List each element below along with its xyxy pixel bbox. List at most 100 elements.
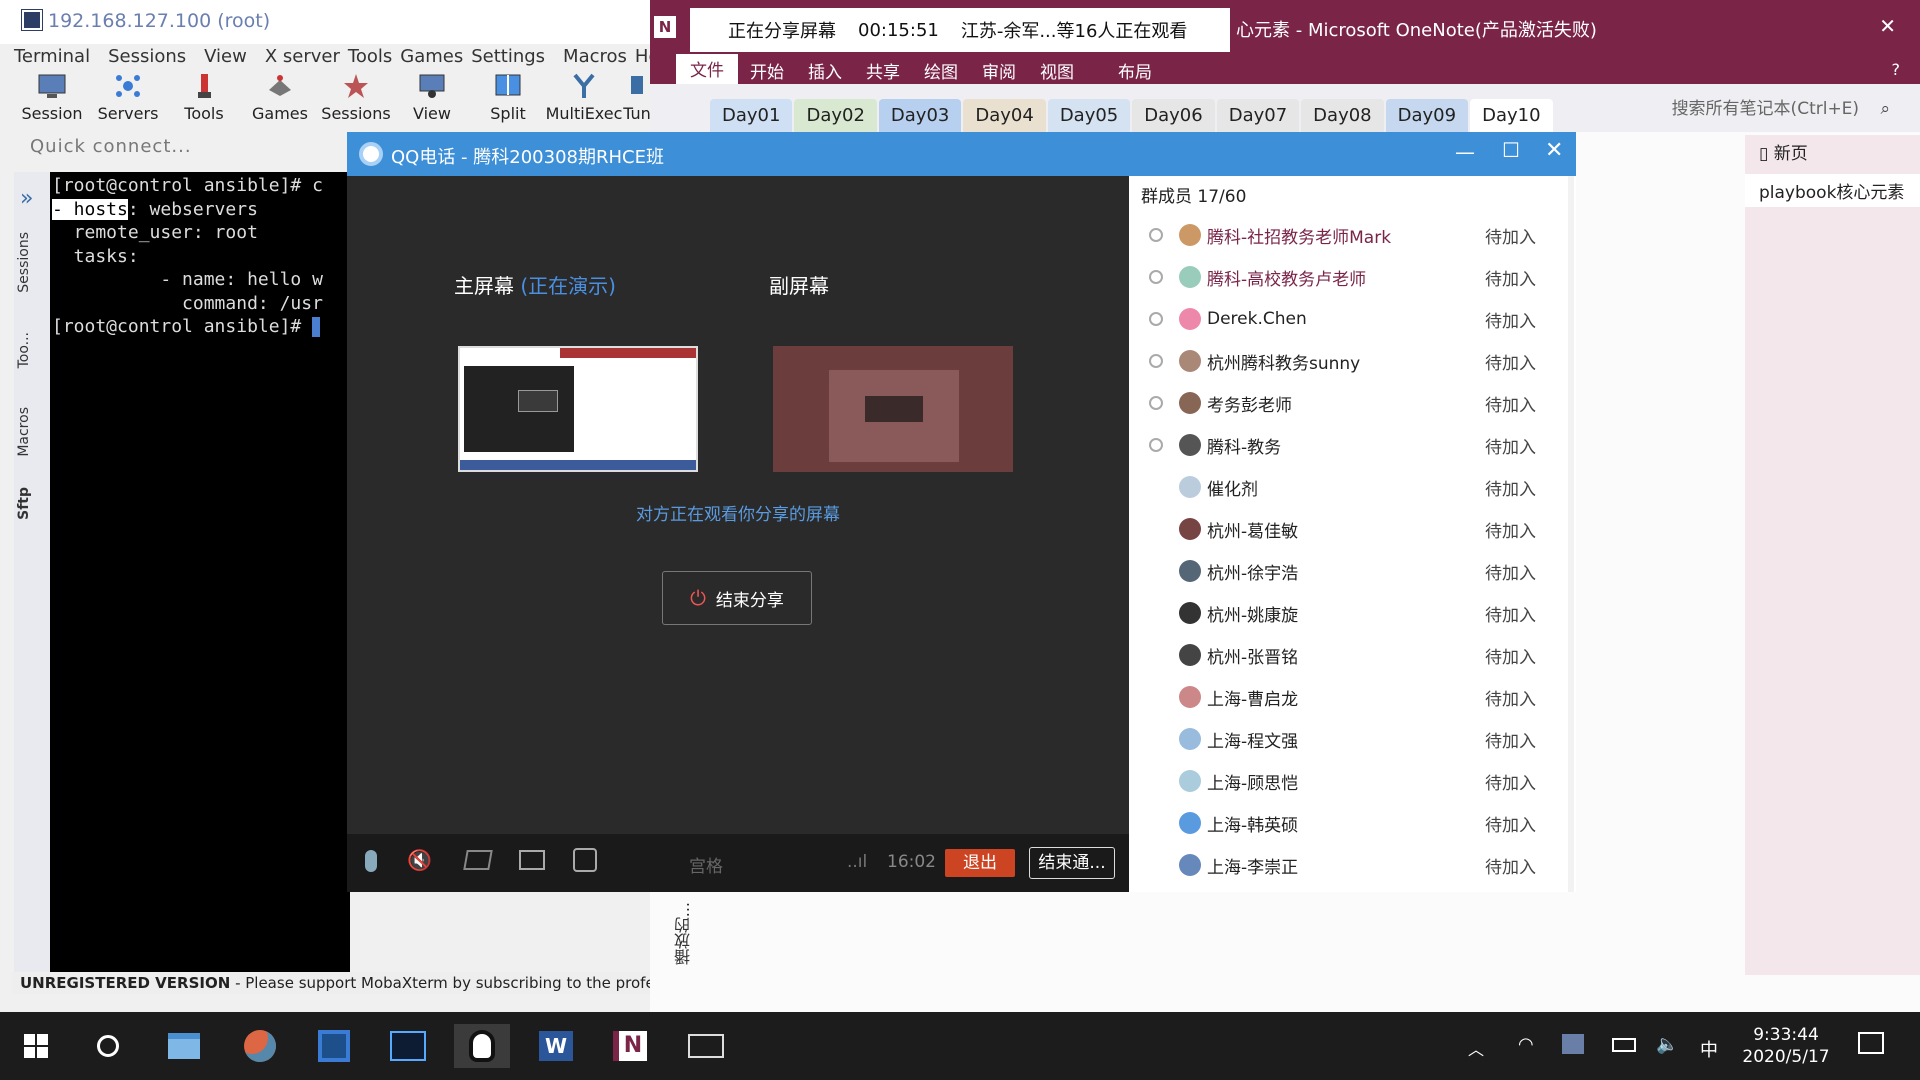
ribbon-view[interactable]: 视图 bbox=[1028, 54, 1086, 84]
notebook-search-input[interactable]: 搜索所有笔记本(Ctrl+E) ⌕ bbox=[1672, 94, 1890, 119]
member-row[interactable]: 催化剂 待加入 bbox=[1129, 466, 1576, 508]
member-row[interactable]: 杭州-徐宇浩 待加入 bbox=[1129, 550, 1576, 592]
member-row[interactable]: 腾科-高校教务卢老师 待加入 bbox=[1129, 256, 1576, 298]
battery-icon[interactable] bbox=[1612, 1038, 1636, 1052]
close-icon[interactable]: ✕ bbox=[1545, 138, 1563, 163]
taskbar-firefox[interactable] bbox=[238, 1024, 282, 1068]
member-row[interactable]: 上海-程文强 待加入 bbox=[1129, 718, 1576, 760]
member-row[interactable]: 上海-顾思恺 待加入 bbox=[1129, 760, 1576, 802]
ribbon-share[interactable]: 共享 bbox=[854, 54, 912, 84]
ribbon-home[interactable]: 开始 bbox=[738, 54, 796, 84]
ribbon-file[interactable]: 文件 bbox=[676, 54, 738, 84]
member-row[interactable]: 腾科-社招教务老师Mark 待加入 bbox=[1129, 214, 1576, 256]
help-icon[interactable]: ? bbox=[1880, 56, 1913, 83]
menu-view[interactable]: View bbox=[204, 46, 247, 67]
microphone-icon[interactable] bbox=[365, 850, 377, 872]
toolbar-multiexec-button[interactable]: MultiExec bbox=[546, 72, 622, 123]
side-tab-sftp[interactable]: Sftp bbox=[16, 487, 32, 520]
toolbar-split-button[interactable]: Split bbox=[470, 72, 546, 123]
ribbon-layout[interactable]: 布局 bbox=[1106, 54, 1164, 84]
member-status: 待加入 bbox=[1485, 857, 1536, 878]
member-row[interactable]: 上海-曹启龙 待加入 bbox=[1129, 676, 1576, 718]
member-row[interactable]: 杭州腾科教务sunny 待加入 bbox=[1129, 340, 1576, 382]
tray-app-icon[interactable] bbox=[1562, 1034, 1584, 1054]
member-row[interactable]: 杭州-张晋铭 待加入 bbox=[1129, 634, 1576, 676]
section-tab-day05[interactable]: Day05 bbox=[1047, 99, 1131, 132]
member-row[interactable]: 考务彭老师 待加入 bbox=[1129, 382, 1576, 424]
ribbon-draw[interactable]: 绘图 bbox=[912, 54, 970, 84]
member-row[interactable]: 杭州-葛佳敏 待加入 bbox=[1129, 508, 1576, 550]
taskbar-recorder[interactable] bbox=[684, 1024, 728, 1068]
member-row[interactable]: Derek.Chen 待加入 bbox=[1129, 298, 1576, 340]
toolbar-games-button[interactable]: Games bbox=[242, 72, 318, 123]
end-call-button[interactable]: 结束通... bbox=[1029, 847, 1115, 879]
maximize-icon[interactable]: ☐ bbox=[1502, 138, 1520, 162]
menu-xserver[interactable]: X server bbox=[265, 46, 340, 67]
menu-settings[interactable]: Settings bbox=[471, 46, 545, 67]
member-row[interactable]: 杭州-姚康旋 待加入 bbox=[1129, 592, 1576, 634]
taskbar-mobaxterm[interactable] bbox=[386, 1024, 430, 1068]
toolbar-servers-button[interactable]: Servers bbox=[90, 72, 166, 123]
section-tab-day10[interactable]: Day10 bbox=[1470, 99, 1553, 132]
section-tab-day02[interactable]: Day02 bbox=[794, 99, 877, 132]
screen-share-icon[interactable] bbox=[519, 850, 545, 870]
wifi-icon[interactable]: ◠ bbox=[1518, 1034, 1534, 1055]
side-tab-sessions[interactable]: Sessions bbox=[16, 232, 32, 293]
toolbar-sessions-button[interactable]: Sessions bbox=[318, 72, 394, 123]
speaker-mute-icon[interactable]: 🔇 bbox=[407, 848, 432, 872]
support-text[interactable]: - Please support MobaXterm by subscribin… bbox=[235, 974, 662, 992]
menu-sessions[interactable]: Sessions bbox=[108, 46, 186, 67]
search-button[interactable] bbox=[86, 1024, 130, 1068]
members-header: 群成员 17/60 bbox=[1141, 187, 1247, 207]
share-viewers[interactable]: 江苏-余军...等16人正在观看 bbox=[961, 17, 1188, 43]
section-tab-day08[interactable]: Day08 bbox=[1301, 99, 1384, 132]
menu-tools[interactable]: Tools bbox=[348, 46, 392, 67]
ribbon-review[interactable]: 审阅 bbox=[970, 54, 1028, 84]
whiteboard-icon[interactable] bbox=[573, 848, 597, 872]
taskbar-virtualbox[interactable] bbox=[312, 1024, 356, 1068]
end-share-button[interactable]: ⏻ 结束分享 bbox=[662, 571, 812, 625]
side-tab-macros[interactable]: Macros bbox=[16, 407, 32, 457]
section-tab-day01[interactable]: Day01 bbox=[710, 99, 793, 132]
camera-off-icon[interactable] bbox=[463, 850, 493, 870]
page-list-item[interactable]: playbook核心元素 bbox=[1745, 174, 1920, 207]
terminal-output[interactable]: [root@control ansible]# c- hosts: webser… bbox=[50, 172, 350, 972]
menu-macros[interactable]: Macros bbox=[563, 46, 627, 67]
grid-view-label[interactable]: 宫格 bbox=[689, 852, 723, 877]
ime-indicator[interactable]: 中 bbox=[1700, 1036, 1718, 1062]
section-tab-day09[interactable]: Day09 bbox=[1385, 99, 1469, 132]
volume-icon[interactable]: 🔈 bbox=[1656, 1034, 1678, 1055]
start-button[interactable] bbox=[14, 1024, 58, 1068]
menu-terminal[interactable]: Terminal bbox=[14, 46, 90, 67]
member-row[interactable]: 上海-李崇正 待加入 bbox=[1129, 844, 1576, 886]
minimize-icon[interactable]: — bbox=[1455, 140, 1475, 164]
toolbar-view-button[interactable]: View bbox=[394, 72, 470, 123]
section-tab-day03[interactable]: Day03 bbox=[878, 99, 962, 132]
quick-connect-input[interactable]: Quick connect... bbox=[30, 136, 192, 157]
toolbar-session-button[interactable]: Session bbox=[14, 72, 90, 123]
collapse-chevron-icon[interactable]: » bbox=[20, 186, 33, 211]
sub-screen-thumbnail[interactable] bbox=[773, 346, 1013, 472]
member-row[interactable]: 上海-韩英硕 待加入 bbox=[1129, 802, 1576, 844]
member-row[interactable]: 腾科-教务 待加入 bbox=[1129, 424, 1576, 466]
menu-games[interactable]: Games bbox=[400, 46, 463, 67]
toolbar-tools-button[interactable]: Tools bbox=[166, 72, 242, 123]
notification-icon[interactable] bbox=[1858, 1032, 1884, 1054]
section-tab-day06[interactable]: Day06 bbox=[1132, 99, 1215, 132]
exit-button[interactable]: 退出 bbox=[945, 849, 1015, 877]
taskbar-word[interactable]: W bbox=[534, 1024, 578, 1068]
side-tab-tools[interactable]: Too... bbox=[16, 332, 32, 368]
taskbar-file-explorer[interactable] bbox=[162, 1024, 206, 1068]
toolbar-tunneling-button[interactable]: Tun bbox=[622, 72, 652, 123]
ribbon-insert[interactable]: 插入 bbox=[796, 54, 854, 84]
system-clock[interactable]: 9:33:44 2020/5/17 bbox=[1736, 1024, 1836, 1068]
show-hidden-icons-chevron[interactable]: ︿ bbox=[1468, 1036, 1484, 1060]
section-tab-day04[interactable]: Day04 bbox=[963, 99, 1046, 132]
main-screen-thumbnail[interactable] bbox=[458, 346, 698, 472]
new-page-button[interactable]: ▯ 新页 bbox=[1745, 135, 1920, 168]
section-tab-day07[interactable]: Day07 bbox=[1216, 99, 1300, 132]
onenote-icon: N bbox=[613, 1031, 647, 1061]
onenote-close-icon[interactable]: ✕ bbox=[1879, 14, 1896, 38]
taskbar-qq[interactable] bbox=[454, 1024, 510, 1068]
taskbar-onenote[interactable]: N bbox=[608, 1024, 652, 1068]
